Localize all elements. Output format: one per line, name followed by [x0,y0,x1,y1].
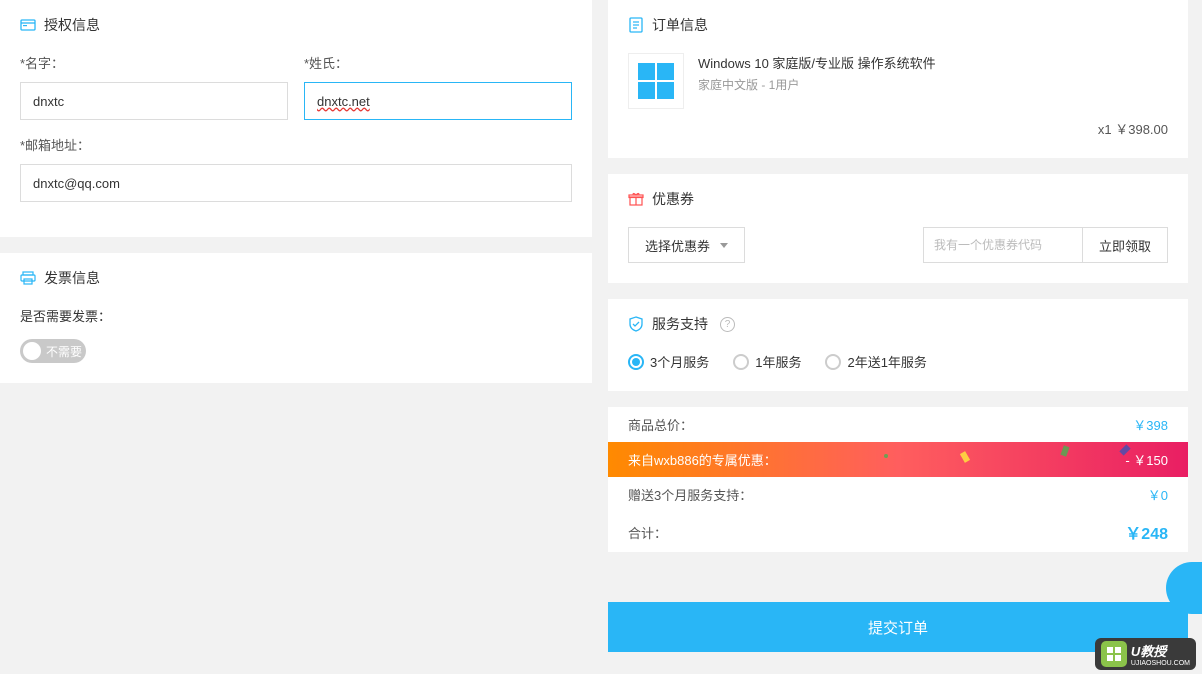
coupon-title: 优惠券 [652,189,694,209]
coupon-redeem-button[interactable]: 立即领取 [1083,227,1168,263]
radio-label: 3个月服务 [650,352,709,371]
coupon-code-input[interactable] [923,227,1083,263]
invoice-panel: 发票信息 是否需要发票： 不需要 [0,253,592,383]
order-title: 订单信息 [652,15,708,35]
first-name-input[interactable] [20,82,288,120]
radio-icon [733,354,749,370]
auth-panel: 授权信息 *名字： *姓氏： dnxtc.net *邮箱地址： [0,0,592,237]
coupon-dropdown[interactable]: 选择优惠券 [628,227,745,263]
summary-promo: 来自wxb886的专属优惠： - ￥150 [608,442,1188,477]
toggle-label: 不需要 [46,343,82,360]
first-name-label: *名字： [20,53,288,72]
product-desc: 家庭中文版 - 1用户 [698,76,1168,93]
radio-label: 2年送1年服务 [847,352,926,371]
chevron-down-icon [720,243,728,248]
watermark-icon [1101,641,1127,667]
summary-subtotal: 商品总价： ￥398 [608,407,1188,442]
radio-icon [628,354,644,370]
invoice-toggle[interactable]: 不需要 [20,339,86,363]
printer-icon [20,270,36,286]
summary-panel: 商品总价： ￥398 来自wxb886的专属优惠： - ￥150 赠送3个月服务… [608,407,1188,552]
email-label: *邮箱地址： [20,135,572,154]
help-icon[interactable]: ? [720,317,735,332]
shield-check-icon [628,316,644,332]
toggle-knob [23,342,41,360]
coupon-dropdown-label: 选择优惠券 [645,236,710,255]
service-option-3month[interactable]: 3个月服务 [628,352,709,371]
gift-icon [628,191,644,207]
windows-logo-icon [628,53,684,109]
service-panel: 服务支持 ? 3个月服务 1年服务 2年送1年服务 [608,299,1188,391]
summary-total: 合计： ￥248 [608,512,1188,552]
radio-label: 1年服务 [755,352,801,371]
summary-service: 赠送3个月服务支持： ￥0 [608,477,1188,512]
service-title: 服务支持 [652,314,708,334]
last-name-input[interactable]: dnxtc.net [304,82,572,120]
coupon-panel: 优惠券 选择优惠券 立即领取 [608,174,1188,283]
invoice-question: 是否需要发票： [20,306,572,325]
radio-icon [825,354,841,370]
auth-title: 授权信息 [44,15,100,35]
email-input[interactable] [20,164,572,202]
watermark-brand: U教授 [1131,644,1166,659]
product-price: x1 ￥398.00 [628,119,1168,138]
watermark-url: UJIAOSHOU.COM [1131,660,1190,667]
id-card-icon [20,17,36,33]
product-name: Windows 10 家庭版/专业版 操作系统软件 [698,53,1168,72]
order-panel: 订单信息 Windows 10 家庭版/专业版 操作系统软件 家庭中文版 - 1… [608,0,1188,158]
invoice-title: 发票信息 [44,268,100,288]
order-list-icon [628,17,644,33]
watermark: U教授 UJIAOSHOU.COM [1095,638,1196,670]
service-option-1year[interactable]: 1年服务 [733,352,801,371]
order-item: Windows 10 家庭版/专业版 操作系统软件 家庭中文版 - 1用户 [628,53,1168,109]
last-name-label: *姓氏： [304,53,572,72]
service-option-2plus1year[interactable]: 2年送1年服务 [825,352,926,371]
